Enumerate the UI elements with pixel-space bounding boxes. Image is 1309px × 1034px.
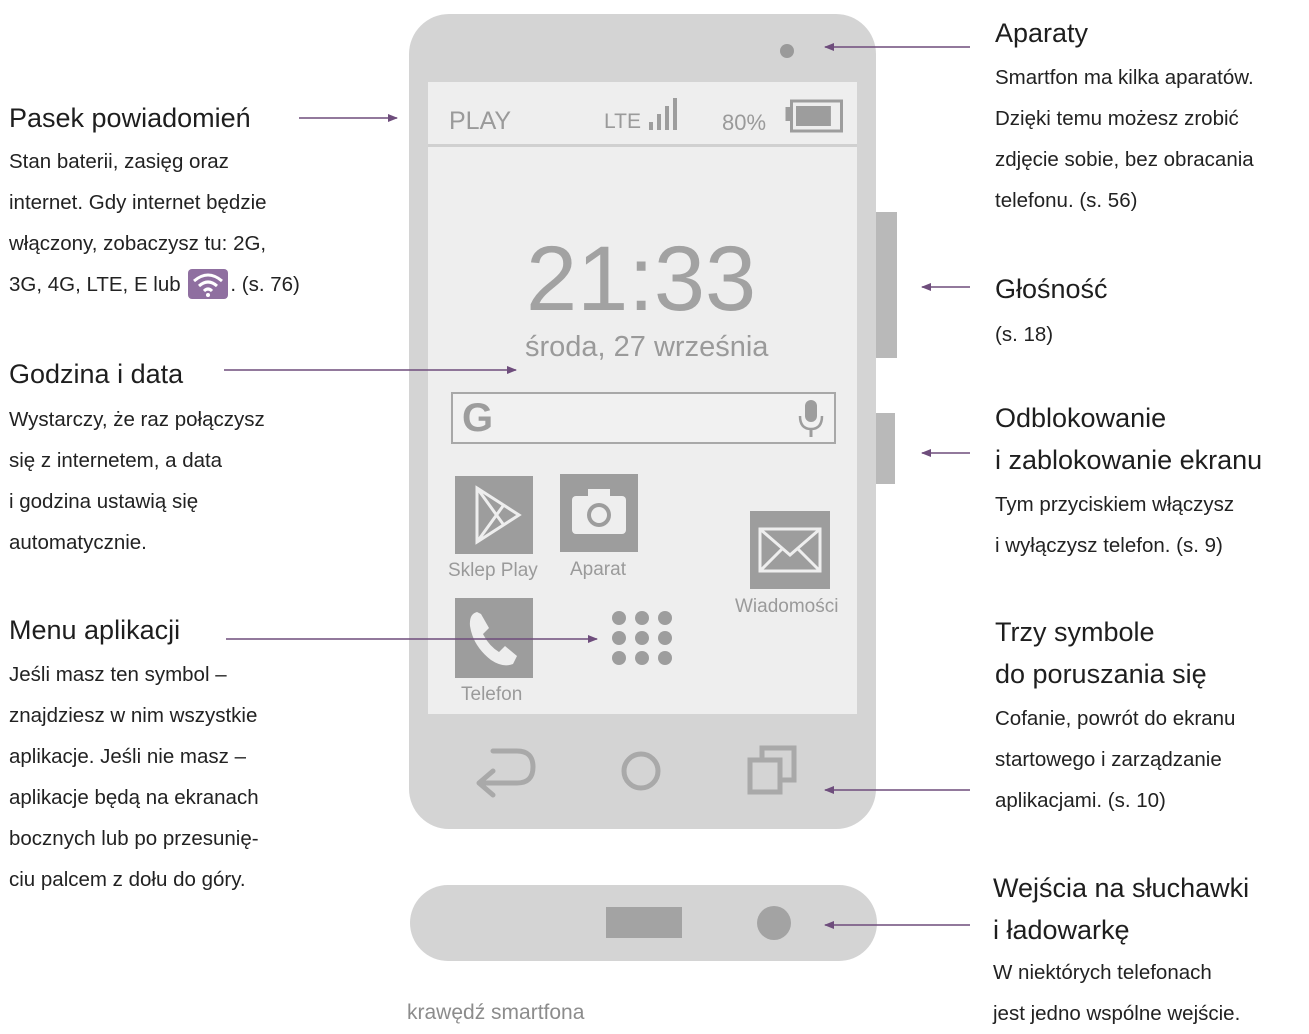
app-menu-line: Jeśli masz ten symbol – (9, 663, 227, 686)
app-menu-line: aplikacje. Jeśli nie masz – (9, 745, 246, 768)
app-menu-line: ciu palcem z dołu do góry. (9, 868, 246, 891)
volume-description: (s. 18) (995, 314, 1053, 355)
cameras-title: Aparaty (995, 18, 1089, 48)
notifications-line: Stan baterii, zasięg oraz (9, 150, 229, 173)
app-menu-title: Menu aplikacji (9, 615, 181, 645)
navigation-title-line: do poruszania się (995, 659, 1207, 689)
cameras-line: zdjęcie sobie, bez obracania (995, 148, 1254, 171)
ports-title-line: i ładowarkę (993, 915, 1130, 945)
clock-date-line: Wystarczy, że raz połączysz (9, 408, 265, 431)
volume-line: (s. 18) (995, 323, 1054, 346)
notifications-line: włączony, zobaczysz tu: 2G, (9, 232, 267, 255)
wifi-icon (188, 268, 229, 299)
notifications-line: internet. Gdy internet będzie (9, 191, 267, 214)
clock-date-line: się z internetem, a data (9, 449, 223, 472)
navigation-line: startowego i zarządzanie (995, 748, 1222, 771)
clock-date-title: Godzina i data (9, 359, 184, 389)
lock-line: i wyłączysz telefon. (s. 9) (995, 534, 1223, 557)
navigation-title-line: Trzy symbole (995, 617, 1155, 647)
notifications-line: 3G, 4G, LTE, E lub . (s. 76) (9, 264, 300, 305)
ports-line: W niektórych telefonach (993, 961, 1212, 984)
cameras-line: Dzięki temu możesz zrobić (995, 107, 1239, 130)
lock-title-line: Odblokowanie (995, 403, 1167, 433)
clock-date-description: Wystarczy, że raz połączysz się z intern… (9, 399, 265, 563)
navigation-line: aplikacjami. (s. 10) (995, 789, 1166, 812)
ports-description: W niektórych telefonach jest jedno wspól… (993, 952, 1240, 1034)
volume-title: Głośność (995, 274, 1108, 304)
cameras-line: Smartfon ma kilka aparatów. (995, 66, 1254, 89)
notifications-title: Pasek powiadomień (9, 103, 251, 133)
clock-date-line: automatycznie. (9, 531, 147, 554)
app-menu-line: bocznych lub po przesunię- (9, 827, 259, 850)
cameras-description: Smartfon ma kilka aparatów. Dzięki temu … (995, 57, 1254, 221)
lock-line: Tym przyciskiem włączysz (995, 493, 1235, 516)
cameras-line: telefonu. (s. 56) (995, 189, 1138, 212)
notifications-line-start: 3G, 4G, LTE, E lub (9, 273, 181, 296)
navigation-line: Cofanie, powrót do ekranu (995, 707, 1236, 730)
ports-line: jest jedno wspólne wejście. (993, 1002, 1241, 1025)
app-menu-line: znajdziesz w nim wszystkie (9, 704, 258, 727)
notifications-description: Stan baterii, zasięg oraz internet. Gdy … (9, 141, 300, 305)
clock-date-line: i godzina ustawią się (9, 490, 199, 513)
app-menu-description: Jeśli masz ten symbol – znajdziesz w nim… (9, 654, 259, 900)
ports-title-line: Wejścia na słuchawki (993, 873, 1250, 903)
navigation-description: Cofanie, powrót do ekranu startowego i z… (995, 698, 1235, 821)
lock-description: Tym przyciskiem włączysz i wyłączysz tel… (995, 484, 1234, 566)
lock-title: Odblokowanie i zablokowanie ekranu (995, 397, 1262, 481)
ports-title: Wejścia na słuchawki i ładowarkę (993, 867, 1249, 951)
lock-title-line: i zablokowanie ekranu (995, 445, 1263, 475)
notifications-line-end: . (s. 76) (230, 273, 300, 296)
app-menu-line: aplikacje będą na ekranach (9, 786, 259, 809)
navigation-title: Trzy symbole do poruszania się (995, 611, 1207, 695)
